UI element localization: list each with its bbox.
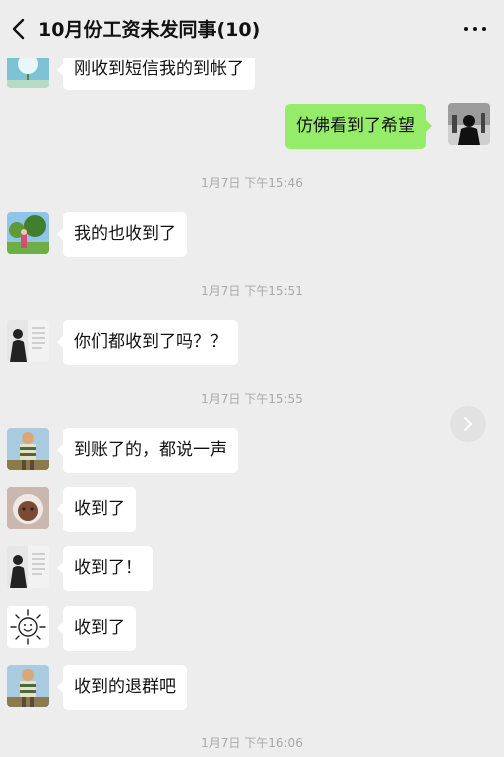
cat-avatar[interactable] [7,487,49,529]
timestamp: 1月7日 下午15:51 [201,284,303,298]
chat-title: 10月份工资未发同事(10) [38,19,261,41]
message-bubble: 收到了！ [57,546,153,591]
book-avatar[interactable] [7,320,49,362]
timestamp: 1月7日 下午15:46 [201,176,303,190]
striped-shirt-avatar[interactable] [7,665,49,707]
sun-avatar[interactable] [7,606,49,648]
silhouette-avatar[interactable] [448,103,490,145]
message-bubble: 我的也收到了 [57,212,187,257]
timestamp: 1月7日 下午16:06 [201,736,303,750]
message-bubble-self: 仿佛看到了希望 [285,104,432,149]
timestamp: 1月7日 下午15:55 [201,392,303,406]
book-avatar[interactable] [7,546,49,588]
striped-shirt-avatar[interactable] [7,428,49,470]
garden-avatar[interactable] [7,212,49,254]
message-bubble: 到账了的，都说一声 [57,428,238,473]
message-bubble: 收到了 [57,487,136,532]
message-bubble: 收到的退群吧 [57,665,187,710]
chevron-right-icon [463,416,473,432]
scroll-to-bottom-button[interactable] [450,406,486,442]
message-bubble: 收到了 [57,606,136,651]
message-bubble: 你们都收到了吗？？ [57,320,238,365]
more-dots-icon[interactable] [462,22,488,36]
chat-header: 10月份工资未发同事(10) [0,0,504,58]
chevron-left-icon[interactable] [6,14,32,44]
